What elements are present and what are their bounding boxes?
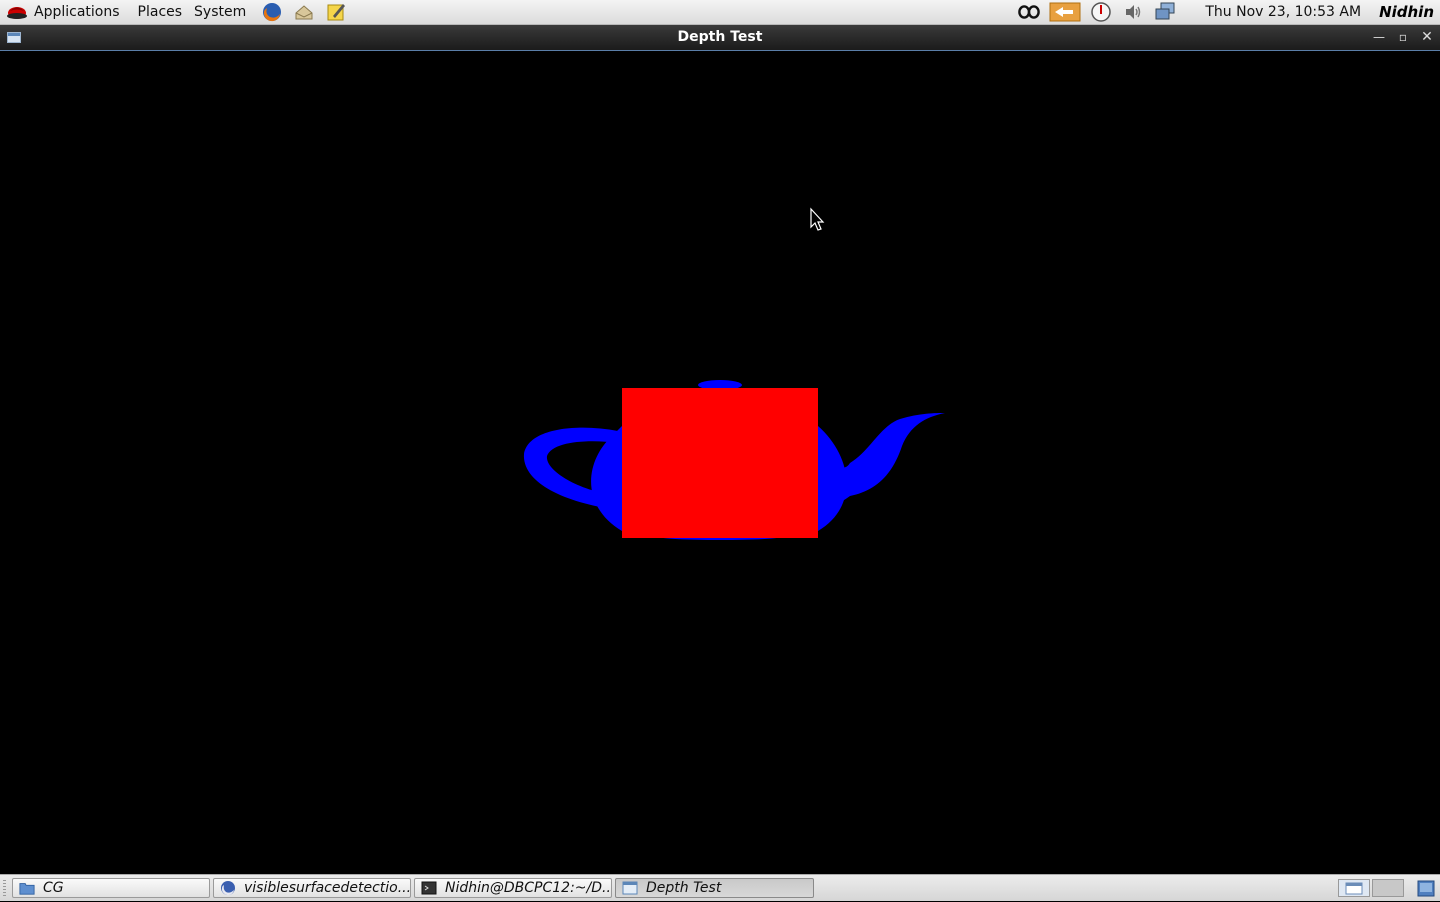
user-name[interactable]: Nidhin — [1375, 3, 1440, 21]
mouse-pointer-icon — [810, 207, 825, 231]
workspace-2[interactable] — [1372, 879, 1404, 897]
panel-grip[interactable] — [3, 880, 6, 896]
task-label: CG — [43, 880, 64, 896]
window-icon — [622, 880, 638, 896]
firefox-icon[interactable] — [260, 0, 284, 24]
workspace-1[interactable] — [1338, 879, 1370, 897]
window-titlebar[interactable]: Depth Test — ▫ ✕ — [0, 25, 1440, 51]
menu-applications[interactable]: Applications — [28, 4, 126, 20]
red-square — [622, 388, 818, 538]
scene-svg — [523, 207, 945, 540]
network-icon[interactable] — [1153, 0, 1177, 24]
redhat-logo-icon — [6, 2, 28, 22]
system-menu[interactable]: System — [188, 0, 252, 24]
terminal-icon — [421, 880, 437, 896]
bottom-panel: CG visiblesurfacedetectio... Nidhin@DBCP… — [0, 874, 1440, 901]
system-tray: Thu Nov 23, 10:53 AM Nidhin — [1013, 0, 1440, 24]
menu-places[interactable]: Places — [132, 4, 189, 20]
close-icon[interactable]: ✕ — [1418, 28, 1436, 46]
workspace-window-icon — [1345, 882, 1363, 895]
firefox-icon — [220, 880, 236, 896]
notes-icon[interactable] — [324, 0, 348, 24]
task-label: Depth Test — [646, 880, 722, 896]
task-terminal[interactable]: Nidhin@DBCPC12:~/D... — [414, 878, 612, 898]
menu-system[interactable]: System — [188, 4, 252, 20]
volume-icon[interactable] — [1121, 0, 1145, 24]
updates-icon[interactable] — [1049, 0, 1081, 24]
task-browser[interactable]: visiblesurfacedetectio... — [213, 878, 411, 898]
mail-icon[interactable] — [292, 0, 316, 24]
task-cg[interactable]: CG — [12, 878, 210, 898]
places-menu[interactable]: Places — [132, 0, 189, 24]
maximize-icon[interactable]: ▫ — [1394, 28, 1412, 46]
power-icon[interactable] — [1089, 0, 1113, 24]
top-panel: Applications Places System Thu Nov 23, 1… — [0, 0, 1440, 25]
show-desktop-icon[interactable] — [1416, 878, 1436, 898]
accessibility-icon[interactable] — [1017, 0, 1041, 24]
render-canvas[interactable] — [0, 51, 1440, 874]
task-label: Nidhin@DBCPC12:~/D... — [445, 880, 612, 896]
folder-icon — [19, 880, 35, 896]
minimize-icon[interactable]: — — [1370, 28, 1388, 46]
task-depth-test[interactable]: Depth Test — [615, 878, 814, 898]
clock[interactable]: Thu Nov 23, 10:53 AM — [1181, 4, 1375, 20]
applications-menu[interactable]: Applications — [0, 0, 132, 24]
task-label: visiblesurfacedetectio... — [244, 880, 411, 896]
window-title: Depth Test — [677, 29, 763, 45]
